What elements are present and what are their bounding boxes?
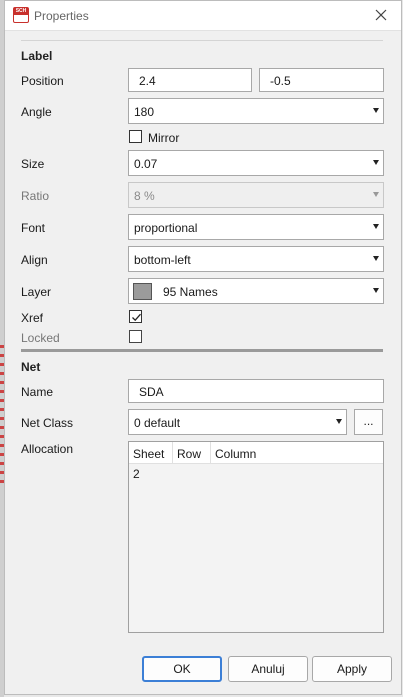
sch-app-icon: SCH <box>13 7 29 23</box>
layer-dropdown[interactable]: 95 Names <box>128 278 384 304</box>
name-label: Name <box>21 385 54 399</box>
close-icon[interactable] <box>373 7 389 23</box>
apply-button[interactable]: Apply <box>312 656 392 682</box>
table-cell-sheet: 2 <box>133 467 140 481</box>
net-class-value: 0 default <box>134 416 181 430</box>
align-dropdown[interactable]: bottom-left <box>128 246 384 272</box>
properties-dialog: SCH Properties Label Position 2.4 -0.5 A… <box>4 0 402 695</box>
column-header-column[interactable]: Column <box>211 442 383 464</box>
size-label: Size <box>21 157 45 171</box>
angle-dropdown[interactable]: 180 <box>128 98 384 124</box>
net-class-label: Net Class <box>21 416 74 430</box>
xref-label: Xref <box>21 311 44 325</box>
align-value: bottom-left <box>134 253 191 267</box>
mirror-checkbox[interactable] <box>129 130 142 143</box>
align-label: Align <box>21 253 48 267</box>
allocation-table-header: Sheet Row Column <box>129 442 383 464</box>
title-bar[interactable]: SCH Properties <box>5 1 401 31</box>
xref-checkbox[interactable] <box>129 310 142 323</box>
ratio-value: 8 % <box>134 189 155 203</box>
font-label: Font <box>21 221 46 235</box>
ratio-label: Ratio <box>21 189 50 203</box>
net-section-heading: Net <box>21 360 41 374</box>
top-divider <box>21 40 383 41</box>
ok-button[interactable]: OK <box>142 656 222 682</box>
mirror-label: Mirror <box>148 131 180 145</box>
layer-label: Layer <box>21 285 52 299</box>
chevron-down-icon <box>373 224 379 229</box>
angle-value: 180 <box>134 105 155 119</box>
chevron-down-icon <box>336 419 342 424</box>
ratio-dropdown: 8 % <box>128 182 384 208</box>
layer-value: 95 Names <box>163 285 218 299</box>
position-y-field[interactable]: -0.5 <box>259 68 384 92</box>
size-value: 0.07 <box>134 157 158 171</box>
font-value: proportional <box>134 221 198 235</box>
size-dropdown[interactable]: 0.07 <box>128 150 384 176</box>
label-section-heading: Label <box>21 49 53 63</box>
chevron-down-icon <box>373 192 379 197</box>
allocation-table[interactable]: Sheet Row Column 2 <box>128 441 384 633</box>
font-dropdown[interactable]: proportional <box>128 214 384 240</box>
net-name-field[interactable]: SDA <box>128 379 384 403</box>
window-title: Properties <box>34 9 89 23</box>
position-x-field[interactable]: 2.4 <box>128 68 252 92</box>
checkmark-icon <box>132 313 141 322</box>
chevron-down-icon <box>373 288 379 293</box>
chevron-down-icon <box>373 108 379 113</box>
column-header-sheet[interactable]: Sheet <box>129 442 173 464</box>
locked-checkbox[interactable] <box>129 330 142 343</box>
allocation-label: Allocation <box>21 442 74 456</box>
position-label: Position <box>21 74 64 88</box>
net-class-dropdown[interactable]: 0 default <box>128 409 347 435</box>
section-divider <box>21 349 383 352</box>
angle-label: Angle <box>21 105 52 119</box>
chevron-down-icon <box>373 160 379 165</box>
column-header-row[interactable]: Row <box>173 442 211 464</box>
chevron-down-icon <box>373 256 379 261</box>
layer-color-swatch <box>133 283 152 300</box>
net-class-more-button[interactable]: ... <box>354 409 383 435</box>
locked-label: Locked <box>21 331 60 345</box>
cancel-button[interactable]: Anuluj <box>228 656 308 682</box>
